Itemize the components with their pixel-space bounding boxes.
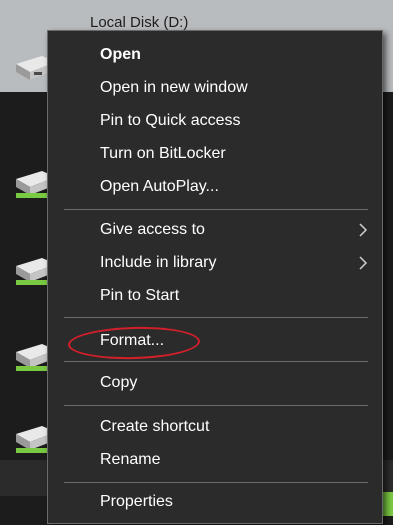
- menu-item-copy[interactable]: Copy: [48, 367, 382, 399]
- menu-item-label: Pin to Start: [100, 287, 180, 304]
- menu-item-label: Turn on BitLocker: [100, 145, 226, 162]
- menu-separator: [64, 209, 368, 210]
- context-menu: Open Open in new window Pin to Quick acc…: [47, 30, 383, 524]
- selected-drive-label: Local Disk (D:): [90, 14, 189, 31]
- chevron-right-icon: [359, 223, 368, 237]
- menu-item-bitlocker[interactable]: Turn on BitLocker: [48, 138, 382, 170]
- menu-item-open-new-window[interactable]: Open in new window: [48, 72, 382, 104]
- menu-item-label: Copy: [100, 374, 138, 391]
- menu-item-include-library[interactable]: Include in library: [48, 247, 382, 279]
- menu-separator: [64, 317, 368, 318]
- menu-separator: [64, 405, 368, 406]
- menu-separator: [64, 361, 368, 362]
- menu-item-create-shortcut[interactable]: Create shortcut: [48, 411, 382, 443]
- menu-item-properties[interactable]: Properties: [48, 486, 382, 518]
- menu-item-open-autoplay[interactable]: Open AutoPlay...: [48, 171, 382, 203]
- menu-item-rename[interactable]: Rename: [48, 444, 382, 476]
- menu-item-pin-quick-access[interactable]: Pin to Quick access: [48, 105, 382, 137]
- menu-item-label: Open: [100, 46, 141, 63]
- menu-item-label: Properties: [100, 493, 173, 510]
- menu-item-label: Rename: [100, 451, 161, 468]
- menu-item-label: Open in new window: [100, 79, 248, 96]
- menu-item-label: Pin to Quick access: [100, 112, 241, 129]
- menu-item-open[interactable]: Open: [48, 39, 382, 71]
- menu-item-label: Open AutoPlay...: [100, 178, 219, 195]
- chevron-right-icon: [359, 256, 368, 270]
- menu-separator: [64, 482, 368, 483]
- menu-item-label: Create shortcut: [100, 418, 210, 435]
- menu-item-give-access[interactable]: Give access to: [48, 214, 382, 246]
- menu-item-pin-start[interactable]: Pin to Start: [48, 280, 382, 312]
- menu-item-label: Give access to: [100, 221, 205, 238]
- menu-item-label: Include in library: [100, 254, 217, 271]
